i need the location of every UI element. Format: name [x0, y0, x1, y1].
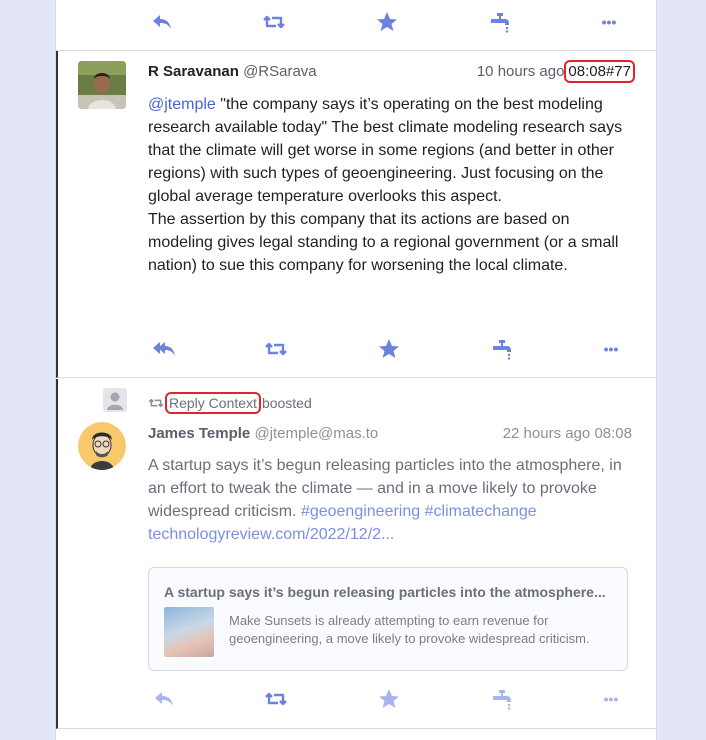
favourite-icon[interactable]: [375, 335, 403, 363]
status-saravanan[interactable]: R Saravanan @RSarava 10 hours ago 08:08#7…: [56, 51, 656, 378]
reply-icon[interactable]: [148, 8, 176, 36]
favourite-icon[interactable]: [375, 685, 403, 713]
avatar[interactable]: [78, 422, 126, 470]
timestamp-link[interactable]: 08:08: [594, 425, 632, 442]
boosted-label: boosted: [261, 395, 312, 411]
author-handle[interactable]: @RSarava: [243, 63, 317, 80]
action-bar: •••: [148, 8, 618, 36]
card-title: A startup says it’s begun releasing part…: [164, 584, 606, 600]
more-icon[interactable]: •••: [595, 8, 623, 36]
author-name[interactable]: James Temple: [148, 425, 250, 442]
author-name[interactable]: R Saravanan: [148, 63, 239, 80]
relative-time[interactable]: 10 hours ago: [477, 63, 565, 80]
bookmark-faucet-icon[interactable]: [488, 685, 516, 713]
boost-icon[interactable]: [260, 8, 288, 36]
reply-all-icon[interactable]: [150, 335, 178, 363]
avatar[interactable]: [78, 61, 126, 109]
article-link[interactable]: technologyreview.com/2022/12/2...: [148, 526, 394, 543]
action-bar: •••: [150, 335, 620, 363]
card-description: Make Sunsets is already attempting to ea…: [229, 613, 590, 646]
next-status-partial: [56, 730, 656, 740]
status-time[interactable]: 10 hours ago 08:08#77: [477, 60, 635, 83]
timestamp-link[interactable]: 08:08#77: [564, 60, 635, 83]
status-content: A startup says it’s begun releasing part…: [148, 454, 628, 546]
boost-icon[interactable]: [262, 335, 290, 363]
status-content: @jtemple "the company says it’s operatin…: [148, 93, 628, 277]
mention-link[interactable]: @jtemple: [148, 96, 216, 113]
boost-icon[interactable]: [262, 685, 290, 713]
link-preview-card[interactable]: A startup says it’s begun releasing part…: [148, 567, 628, 671]
bookmark-faucet-icon[interactable]: [486, 8, 514, 36]
previous-status-actions: •••: [56, 0, 656, 51]
boost-indicator: Reply Context boosted: [148, 392, 312, 414]
booster-name-link[interactable]: Reply Context: [165, 392, 261, 414]
more-icon[interactable]: •••: [597, 685, 625, 713]
card-thumbnail: [164, 607, 214, 657]
more-icon[interactable]: •••: [597, 335, 625, 363]
status-text-part1: "the company says it’s operating on the …: [148, 96, 623, 205]
favourite-icon[interactable]: [373, 8, 401, 36]
booster-avatar[interactable]: [103, 388, 127, 412]
boost-small-icon: [148, 398, 164, 408]
action-bar: •••: [150, 685, 620, 713]
status-time[interactable]: 22 hours ago 08:08: [503, 425, 632, 442]
reply-icon[interactable]: [150, 685, 178, 713]
author-line[interactable]: R Saravanan @RSarava: [148, 63, 317, 80]
relative-time[interactable]: 22 hours ago: [503, 425, 591, 442]
bookmark-faucet-icon[interactable]: [488, 335, 516, 363]
status-text-part2: The assertion by this company that its a…: [148, 211, 619, 274]
timeline-column: ••• R Saravanan @RSarava 10 hours ago 08:…: [55, 0, 657, 740]
hashtag-geoengineering[interactable]: #geoengineering: [301, 503, 420, 520]
hashtag-climatechange[interactable]: #climatechange: [425, 503, 537, 520]
author-handle[interactable]: @jtemple@mas.to: [254, 425, 378, 442]
author-line[interactable]: James Temple @jtemple@mas.to: [148, 425, 378, 442]
status-james-temple[interactable]: Reply Context boosted James Temple @jtem…: [56, 379, 656, 729]
